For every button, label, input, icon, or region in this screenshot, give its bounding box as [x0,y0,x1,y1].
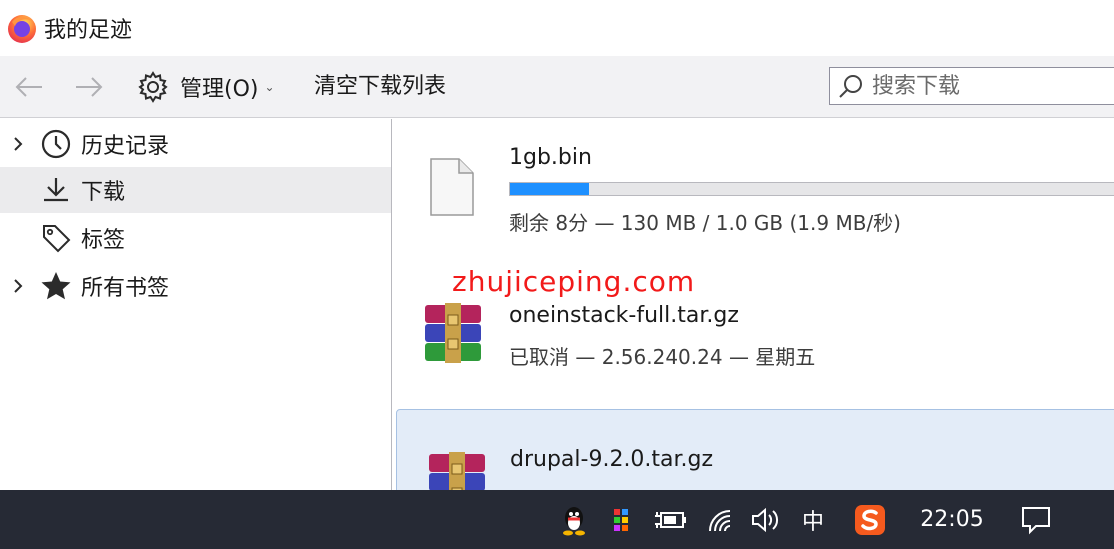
sidebar-item-downloads[interactable]: 下载 [0,167,391,213]
colorful-app-icon [614,508,628,531]
search-box[interactable] [829,67,1114,105]
app-tray-button[interactable] [604,490,640,549]
download-progress-bar [509,182,1114,196]
winrar-archive-icon [429,452,485,490]
title-bar: 我的足迹 [0,0,1114,56]
chevron-down-icon: ⌄ [264,80,275,94]
star-icon [40,270,72,302]
download-item[interactable]: drupal-9.2.0.tar.gz [396,409,1114,490]
sidebar-item-label: 历史记录 [81,134,170,159]
qq-penguin-icon [563,506,585,535]
sidebar-item-all-bookmarks[interactable]: 所有书签 [0,263,391,309]
download-item[interactable]: 1gb.bin 剩余 8分 — 130 MB / 1.0 GB (1.9 MB/… [393,119,1114,259]
tag-icon [40,222,72,254]
forward-button[interactable] [72,70,106,104]
taskbar-clock[interactable]: 22:05 [912,490,992,549]
sidebar-item-history[interactable]: 历史记录 [0,121,391,167]
wifi-tray-button[interactable] [702,490,740,549]
qq-tray-button[interactable] [556,490,592,549]
download-filename: oneinstack-full.tar.gz [509,303,739,328]
gear-icon [138,71,168,103]
volume-tray-button[interactable] [746,490,784,549]
back-button[interactable] [12,70,46,104]
notification-icon [1022,506,1050,534]
download-progress-fill [510,183,590,195]
search-icon [839,75,862,98]
watermark-text: zhujiceping.com [452,265,696,298]
speaker-volume-icon [752,507,779,532]
action-center-button[interactable] [1014,490,1058,549]
download-icon [40,174,72,206]
sidebar-item-tags[interactable]: 标签 [0,215,391,261]
downloads-list: 1gb.bin 剩余 8分 — 130 MB / 1.0 GB (1.9 MB/… [393,119,1114,490]
taskbar: 中 22:05 [0,490,1114,549]
manage-menu-button[interactable]: 管理(O) ⌄ [136,68,275,106]
chevron-right-icon[interactable] [10,136,26,152]
sidebar-item-label: 标签 [81,228,126,253]
battery-tray-button[interactable] [650,490,690,549]
sogou-ime-icon [855,504,885,535]
clock-icon [40,128,72,160]
sogou-ime-button[interactable] [850,490,890,549]
toolbar: 管理(O) ⌄ 清空下载列表 [0,56,1114,118]
chevron-right-icon[interactable] [10,278,26,294]
library-sidebar: 历史记录 下载 标签 所有书签 [0,119,392,490]
search-input[interactable] [872,73,1102,99]
ime-mode-indicator[interactable]: 中 [794,490,832,549]
download-status: 已取消 — 2.56.240.24 — 星期五 [509,345,816,369]
window-title: 我的足迹 [44,18,133,43]
sidebar-item-label: 所有书签 [81,276,170,301]
firefox-logo-icon [8,15,36,43]
download-filename: 1gb.bin [509,145,592,170]
file-icon [430,158,474,216]
arrow-right-icon [76,77,103,97]
download-filename: drupal-9.2.0.tar.gz [510,447,714,472]
battery-charging-icon [655,511,686,528]
arrow-left-icon [15,77,42,97]
manage-label: 管理(O) [180,77,259,102]
wifi-icon [709,509,731,531]
sidebar-item-label: 下载 [81,180,126,205]
clear-downloads-button[interactable]: 清空下载列表 [314,68,446,106]
winrar-archive-icon [425,303,481,363]
download-status: 剩余 8分 — 130 MB / 1.0 GB (1.9 MB/秒) [509,211,901,235]
